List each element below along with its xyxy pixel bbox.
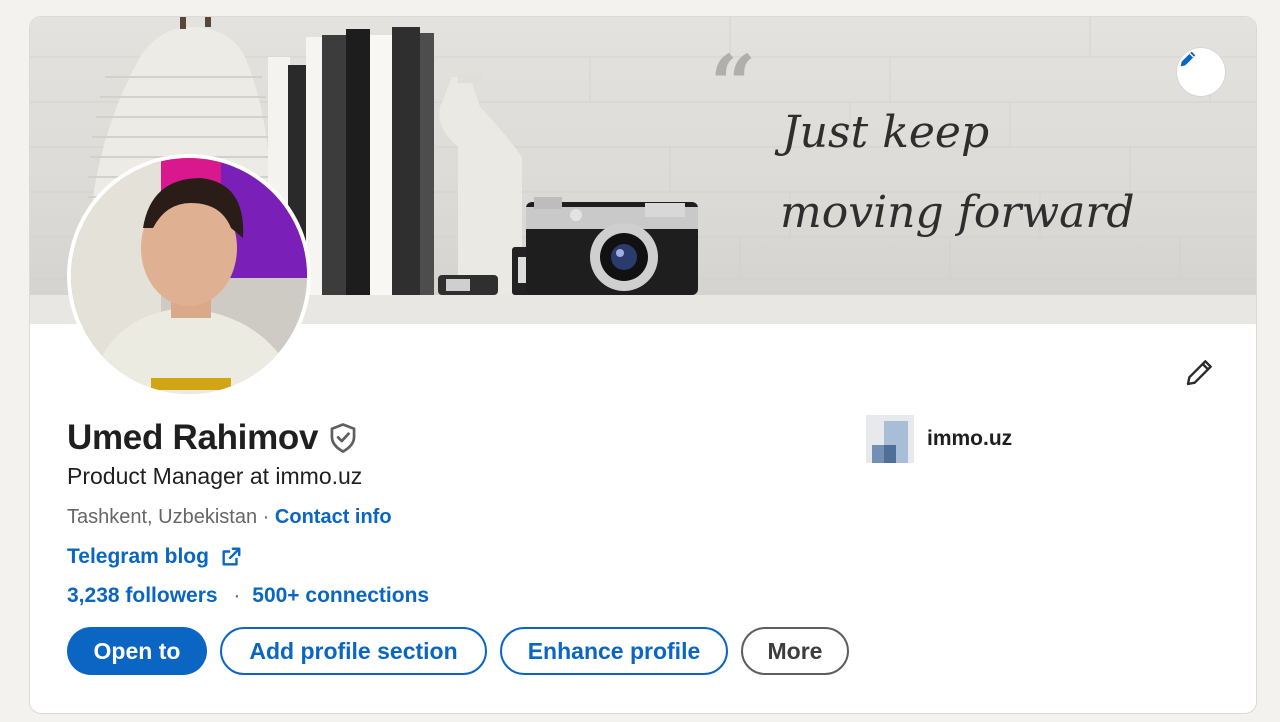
name-row: Umed Rahimov: [67, 418, 358, 458]
profile-actions: Open to Add profile section Enhance prof…: [67, 627, 862, 675]
profile-location: Tashkent, Uzbekistan: [67, 506, 258, 528]
current-company[interactable]: immo.uz: [866, 415, 1012, 463]
cover-quote-line1: Just keep: [774, 107, 989, 158]
verified-shield-icon[interactable]: [328, 422, 358, 454]
connections-link[interactable]: 500+ connections: [252, 584, 429, 607]
followers-link[interactable]: 3,238 followers: [67, 584, 218, 607]
external-link-icon: [220, 546, 242, 568]
edit-intro-button[interactable]: [1178, 350, 1222, 394]
website-label: Telegram blog: [67, 545, 209, 568]
profile-name: Umed Rahimov: [67, 418, 319, 457]
stats-row: 3,238 followers · 500+ connections: [67, 584, 429, 608]
location-row: Tashkent, Uzbekistan · Contact info: [67, 506, 392, 529]
more-button[interactable]: More: [741, 627, 849, 675]
company-logo: [866, 415, 914, 463]
profile-card: “ Just keep moving forward Umed Rahimov …: [29, 16, 1257, 714]
cover-quote-line2: moving forward: [780, 187, 1135, 238]
profile-headline: Product Manager at immo.uz: [67, 463, 363, 489]
contact-info-link[interactable]: Contact info: [275, 506, 392, 528]
enhance-profile-button[interactable]: Enhance profile: [500, 627, 728, 675]
avatar-image: [71, 158, 307, 394]
website-link[interactable]: Telegram blog: [67, 545, 242, 569]
separator: ·: [233, 584, 241, 607]
separator: ·: [262, 506, 270, 528]
svg-text:“: “: [710, 37, 756, 131]
edit-cover-button[interactable]: [1177, 48, 1225, 96]
profile-photo[interactable]: [67, 154, 311, 398]
company-name: immo.uz: [927, 427, 1013, 450]
open-to-button[interactable]: Open to: [67, 627, 207, 675]
pencil-icon: [1184, 356, 1216, 388]
add-profile-section-button[interactable]: Add profile section: [220, 627, 487, 675]
